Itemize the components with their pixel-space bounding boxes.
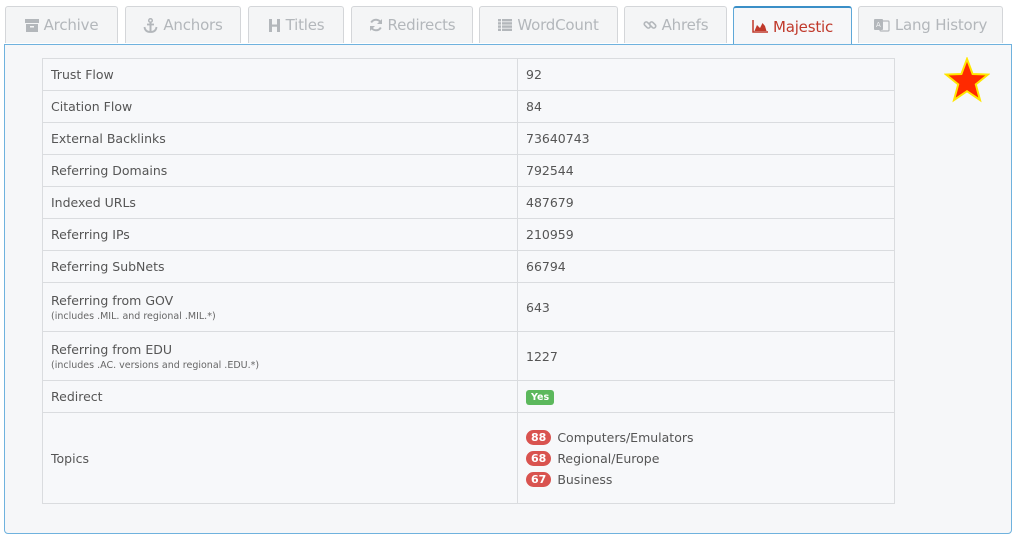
- tab-titles[interactable]: Titles: [248, 6, 344, 43]
- language-icon: A: [873, 18, 890, 32]
- referring-domains-label: Referring Domains: [42, 154, 518, 187]
- citation-flow-label: Citation Flow: [42, 90, 518, 123]
- referring-subnets-label: Referring SubNets: [42, 250, 518, 283]
- archive-icon: [24, 18, 39, 32]
- redirect-status-badge: Yes: [526, 390, 555, 405]
- table-row: Redirect Yes: [42, 380, 895, 413]
- refresh-icon: [369, 18, 383, 32]
- list-icon: [498, 19, 513, 31]
- table-row: Referring Domains 792544: [42, 154, 895, 187]
- table-row: Referring SubNets 66794: [42, 250, 895, 283]
- referring-ips-value: 210959: [517, 218, 895, 251]
- referring-gov-cell: Referring from GOV (includes .MIL. and r…: [42, 282, 518, 332]
- topic-name: Business: [557, 471, 613, 487]
- topic-score-badge: 88: [526, 429, 552, 445]
- indexed-urls-value: 487679: [517, 186, 895, 219]
- table-row: External Backlinks 73640743: [42, 122, 895, 155]
- external-backlinks-value: 73640743: [517, 122, 895, 155]
- referring-gov-value: 643: [517, 282, 895, 332]
- anchor-icon: [143, 17, 158, 33]
- topic-item: 67 Business: [526, 471, 886, 487]
- redirect-label: Redirect: [42, 380, 518, 413]
- topic-score-badge: 67: [526, 471, 552, 487]
- tab-label: Titles: [285, 16, 325, 34]
- tab-anchors[interactable]: Anchors: [125, 6, 241, 43]
- tab-wordcount[interactable]: WordCount: [479, 6, 618, 43]
- table-row: Referring IPs 210959: [42, 218, 895, 251]
- tab-label: Redirects: [387, 16, 456, 34]
- referring-gov-note: (includes .MIL. and regional .MIL.*): [51, 310, 216, 322]
- referring-edu-cell: Referring from EDU (includes .AC. versio…: [42, 331, 518, 381]
- heading-icon: [268, 18, 281, 32]
- referring-ips-label: Referring IPs: [42, 218, 518, 251]
- trust-flow-value: 92: [517, 58, 895, 91]
- table-row: Referring from GOV (includes .MIL. and r…: [42, 282, 895, 332]
- topic-name: Computers/Emulators: [557, 429, 694, 445]
- referring-edu-label: Referring from EDU: [51, 341, 173, 357]
- topics-list: 88 Computers/Emulators 68 Regional/Europ…: [517, 412, 895, 504]
- tab-label: Lang History: [894, 16, 988, 34]
- tab-lang-history[interactable]: A Lang History: [858, 6, 1003, 43]
- table-row: Topics 88 Computers/Emulators 68 Regiona…: [42, 412, 895, 504]
- topic-name: Regional/Europe: [557, 450, 660, 466]
- area-chart-icon: [752, 20, 768, 33]
- tab-label: Majestic: [772, 17, 834, 36]
- table-row: Indexed URLs 487679: [42, 186, 895, 219]
- tab-ahrefs[interactable]: Ahrefs: [624, 6, 727, 43]
- referring-edu-value: 1227: [517, 331, 895, 381]
- topic-score-badge: 68: [526, 450, 552, 466]
- tab-label: Anchors: [163, 16, 223, 34]
- redirect-cell: Yes: [517, 380, 895, 413]
- indexed-urls-label: Indexed URLs: [42, 186, 518, 219]
- tab-majestic[interactable]: Majestic: [733, 6, 852, 45]
- trust-flow-label: Trust Flow: [42, 58, 518, 91]
- table-row: Trust Flow 92: [42, 58, 895, 91]
- referring-gov-label: Referring from GOV: [51, 292, 174, 308]
- table-row: Citation Flow 84: [42, 90, 895, 123]
- referring-edu-note: (includes .AC. versions and regional .ED…: [51, 359, 260, 371]
- external-backlinks-label: External Backlinks: [42, 122, 518, 155]
- tab-bar: Archive Anchors Titles Redirects WordCou…: [5, 6, 1013, 45]
- tab-archive[interactable]: Archive: [5, 6, 118, 43]
- tab-redirects[interactable]: Redirects: [351, 6, 473, 43]
- tab-label: Ahrefs: [661, 16, 709, 34]
- referring-subnets-value: 66794: [517, 250, 895, 283]
- svg-text:A: A: [876, 21, 881, 29]
- majestic-metrics-table: Trust Flow 92 Citation Flow 84 External …: [42, 58, 895, 504]
- star-icon[interactable]: [944, 57, 990, 103]
- referring-domains-value: 792544: [517, 154, 895, 187]
- tab-label: Archive: [43, 16, 99, 34]
- link-icon: [643, 18, 657, 32]
- topic-item: 68 Regional/Europe: [526, 450, 886, 466]
- citation-flow-value: 84: [517, 90, 895, 123]
- table-row: Referring from EDU (includes .AC. versio…: [42, 331, 895, 381]
- topic-item: 88 Computers/Emulators: [526, 429, 886, 445]
- tab-label: WordCount: [517, 16, 599, 34]
- topics-label: Topics: [42, 412, 518, 504]
